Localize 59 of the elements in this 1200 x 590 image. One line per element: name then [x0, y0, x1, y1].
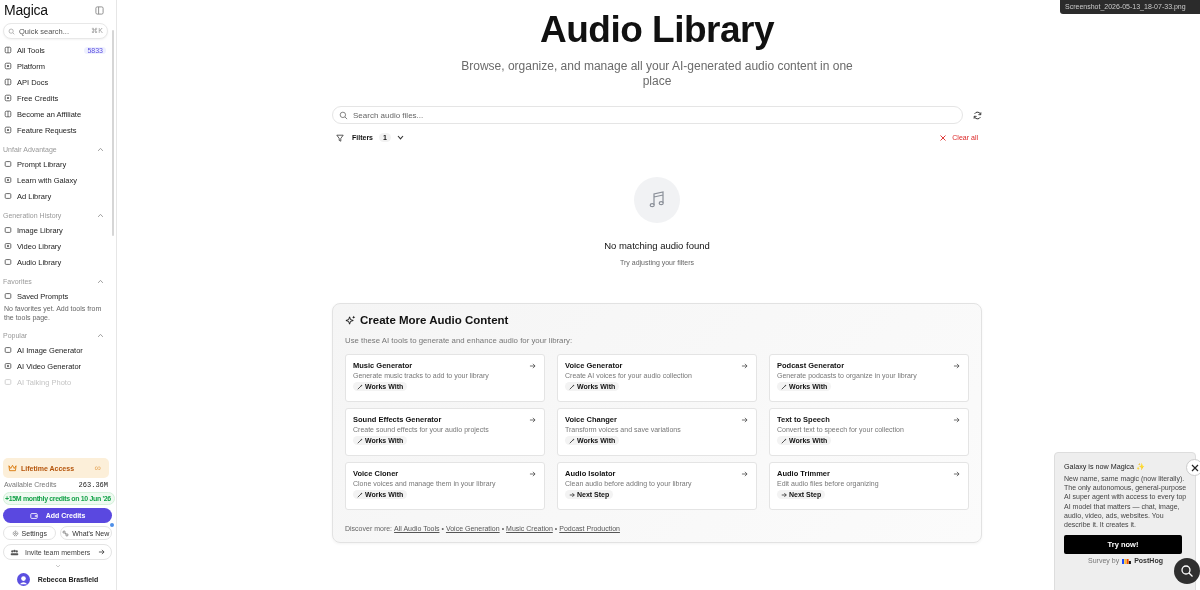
page-subtitle: Browse, organize, and manage all your AI-generated audio content in one place	[460, 59, 854, 89]
nav-icon	[4, 258, 12, 266]
arrow-icon	[741, 470, 748, 477]
arrow-icon	[98, 549, 105, 555]
panel-title: Create More Audio Content	[360, 314, 509, 326]
nav-icon	[4, 292, 12, 300]
nav-icon	[4, 126, 12, 134]
arrow-icon	[953, 470, 960, 477]
chevron-down-icon[interactable]	[396, 135, 404, 140]
nav-icon	[4, 94, 12, 102]
zoom-button[interactable]	[1174, 558, 1200, 584]
search-icon	[8, 27, 15, 35]
infinity-symbol: ∞	[94, 463, 101, 473]
page-title: Audio Library	[539, 9, 776, 51]
magic-wand-icon	[569, 383, 575, 390]
magic-wand-icon	[781, 383, 787, 390]
close-icon	[1190, 463, 1199, 472]
nav-icon	[4, 226, 12, 234]
nav-icon	[4, 46, 12, 54]
search-field[interactable]: Search audio files...	[332, 106, 963, 124]
nav-icon	[4, 346, 12, 354]
crown-icon	[8, 464, 17, 472]
arrow-icon	[953, 362, 960, 369]
magic-wand-icon	[357, 491, 363, 498]
nav-icon	[4, 110, 12, 118]
arrow-icon	[953, 416, 960, 423]
arrow-icon	[529, 416, 536, 423]
arrow-icon	[529, 362, 536, 369]
refresh-icon[interactable]	[973, 110, 982, 120]
people-icon	[10, 548, 19, 556]
magic-wand-icon	[357, 437, 363, 444]
logo[interactable]: Magica	[4, 2, 48, 18]
wallet-icon	[29, 511, 38, 520]
filter-icon[interactable]	[336, 133, 344, 142]
arrow-icon	[781, 491, 787, 498]
close-icon	[940, 134, 947, 141]
settings-icon	[11, 529, 19, 537]
nav-icon	[4, 176, 12, 184]
sidebar-toggle-icon[interactable]	[95, 5, 104, 15]
magic-wand-icon	[357, 383, 363, 390]
arrow-icon	[569, 491, 575, 498]
nav-icon	[4, 160, 12, 168]
nav-icon	[4, 378, 12, 386]
arrow-icon	[741, 362, 748, 369]
nav-icon	[4, 78, 12, 86]
nav-icon	[4, 62, 12, 70]
arrow-icon	[741, 416, 748, 423]
magic-wand-icon	[569, 437, 575, 444]
search-icon	[339, 110, 348, 120]
empty-state-title: No matching audio found	[604, 240, 710, 251]
hedgehog-logo-icon	[1122, 557, 1132, 564]
arrow-icon	[529, 470, 536, 477]
nav-icon	[4, 362, 12, 370]
music-note-icon	[634, 177, 680, 223]
magic-wand-icon	[781, 437, 787, 444]
search-icon	[1180, 564, 1194, 578]
nav-icon	[4, 242, 12, 250]
nav-icon	[4, 192, 12, 200]
avatar-icon[interactable]	[16, 572, 30, 586]
